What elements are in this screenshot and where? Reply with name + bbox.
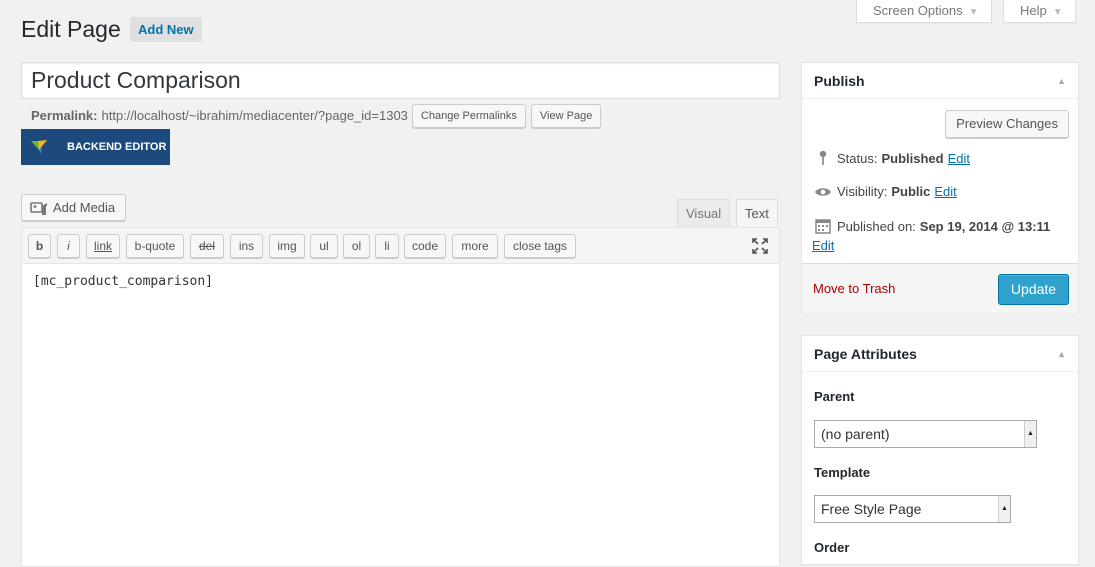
change-permalinks-button[interactable]: Change Permalinks [411,104,526,128]
editor-content[interactable]: [mc_product_comparison] [33,274,213,289]
view-page-button[interactable]: View Page [530,104,602,128]
screen-options-label: Screen Options [873,3,963,18]
qt-bold-button[interactable]: b [28,234,51,258]
quicktags-toolbar: b i link b-quote del ins img ul ol li co… [22,228,779,264]
qt-link-button[interactable]: link [86,234,120,258]
template-label: Template [814,465,871,480]
tab-visual[interactable]: Visual [677,199,731,228]
publish-title: Publish [814,73,865,89]
update-button[interactable]: Update [998,274,1069,305]
media-icon [30,201,47,215]
permalink-label: Permalink: [31,108,98,123]
post-title-input[interactable]: Product Comparison [21,62,780,99]
caret-down-icon: ▼ [968,7,979,18]
visual-composer-logo-icon [31,140,47,154]
page-attributes-header[interactable]: Page Attributes ▲ [802,336,1078,372]
qt-ol-button[interactable]: ol [343,234,370,258]
major-publishing-actions: Move to Trash Update [802,263,1078,313]
published-on-label: Published on: [837,218,916,234]
help-tab[interactable]: Help ▼ [1003,0,1076,23]
template-select[interactable]: Free Style Page ▲ [814,495,1011,523]
caret-down-icon: ▼ [1052,7,1063,18]
add-new-button[interactable]: Add New [130,17,202,42]
edit-visibility-link[interactable]: Edit [934,184,956,199]
qt-ul-button[interactable]: ul [310,234,338,258]
collapse-arrow-icon[interactable]: ▲ [1057,63,1066,99]
published-on-row: Published on: Sep 19, 2014 @ 13:11 [813,218,1050,234]
backend-editor-button[interactable]: BACKEND EDITOR [21,129,170,165]
parent-label: Parent [814,389,855,404]
help-label: Help [1020,3,1047,18]
publish-box-header[interactable]: Publish ▲ [802,63,1078,99]
fullscreen-icon[interactable] [751,237,769,255]
status-row: Status: Published Edit [813,150,970,166]
edit-date-link[interactable]: Edit [812,238,834,253]
tab-text[interactable]: Text [736,199,778,228]
visibility-row: Visibility: Public Edit [813,184,957,199]
pin-icon [813,150,833,166]
qt-del-button[interactable]: del [190,234,224,258]
visibility-label: Visibility: [837,184,888,199]
visibility-value: Public [891,184,931,199]
eye-icon [813,186,833,198]
edit-status-link[interactable]: Edit [948,151,970,166]
publish-box: Publish ▲ Preview Changes Status: Publis… [801,62,1079,313]
text-editor: b i link b-quote del ins img ul ol li co… [21,227,780,567]
qt-italic-button[interactable]: i [57,234,80,258]
qt-li-button[interactable]: li [375,234,399,258]
page-title: Edit Page [21,16,121,42]
parent-select[interactable]: (no parent) ▲ [814,420,1037,448]
qt-code-button[interactable]: code [404,234,446,258]
calendar-icon [813,218,833,234]
move-to-trash-link[interactable]: Move to Trash [813,281,895,296]
preview-changes-button[interactable]: Preview Changes [945,110,1069,138]
permalink-url[interactable]: http://localhost/~ibrahim/mediacenter/?p… [101,104,407,128]
page-attributes-box: Page Attributes ▲ Parent (no parent) ▲ T… [801,335,1079,565]
published-on-value: Sep 19, 2014 @ 13:11 [919,218,1051,234]
template-select-value: Free Style Page [821,501,922,517]
qt-more-button[interactable]: more [452,234,498,258]
select-arrow-icon: ▲ [1024,421,1036,447]
page-attributes-title: Page Attributes [814,346,917,362]
collapse-arrow-icon[interactable]: ▲ [1057,336,1066,372]
qt-ins-button[interactable]: ins [230,234,263,258]
status-value: Published [881,150,944,166]
permalink-row: Permalink: http://localhost/~ibrahim/med… [31,104,602,128]
qt-close-tags-button[interactable]: close tags [504,234,576,258]
qt-img-button[interactable]: img [269,234,305,258]
add-media-button[interactable]: Add Media [21,194,127,221]
add-media-label: Add Media [53,200,116,215]
parent-select-value: (no parent) [821,426,890,442]
select-arrow-icon: ▲ [998,496,1010,522]
status-label: Status: [837,150,878,166]
backend-editor-label: BACKEND EDITOR [67,141,167,153]
screen-options-tab[interactable]: Screen Options ▼ [856,0,992,23]
qt-bquote-button[interactable]: b-quote [126,234,184,258]
